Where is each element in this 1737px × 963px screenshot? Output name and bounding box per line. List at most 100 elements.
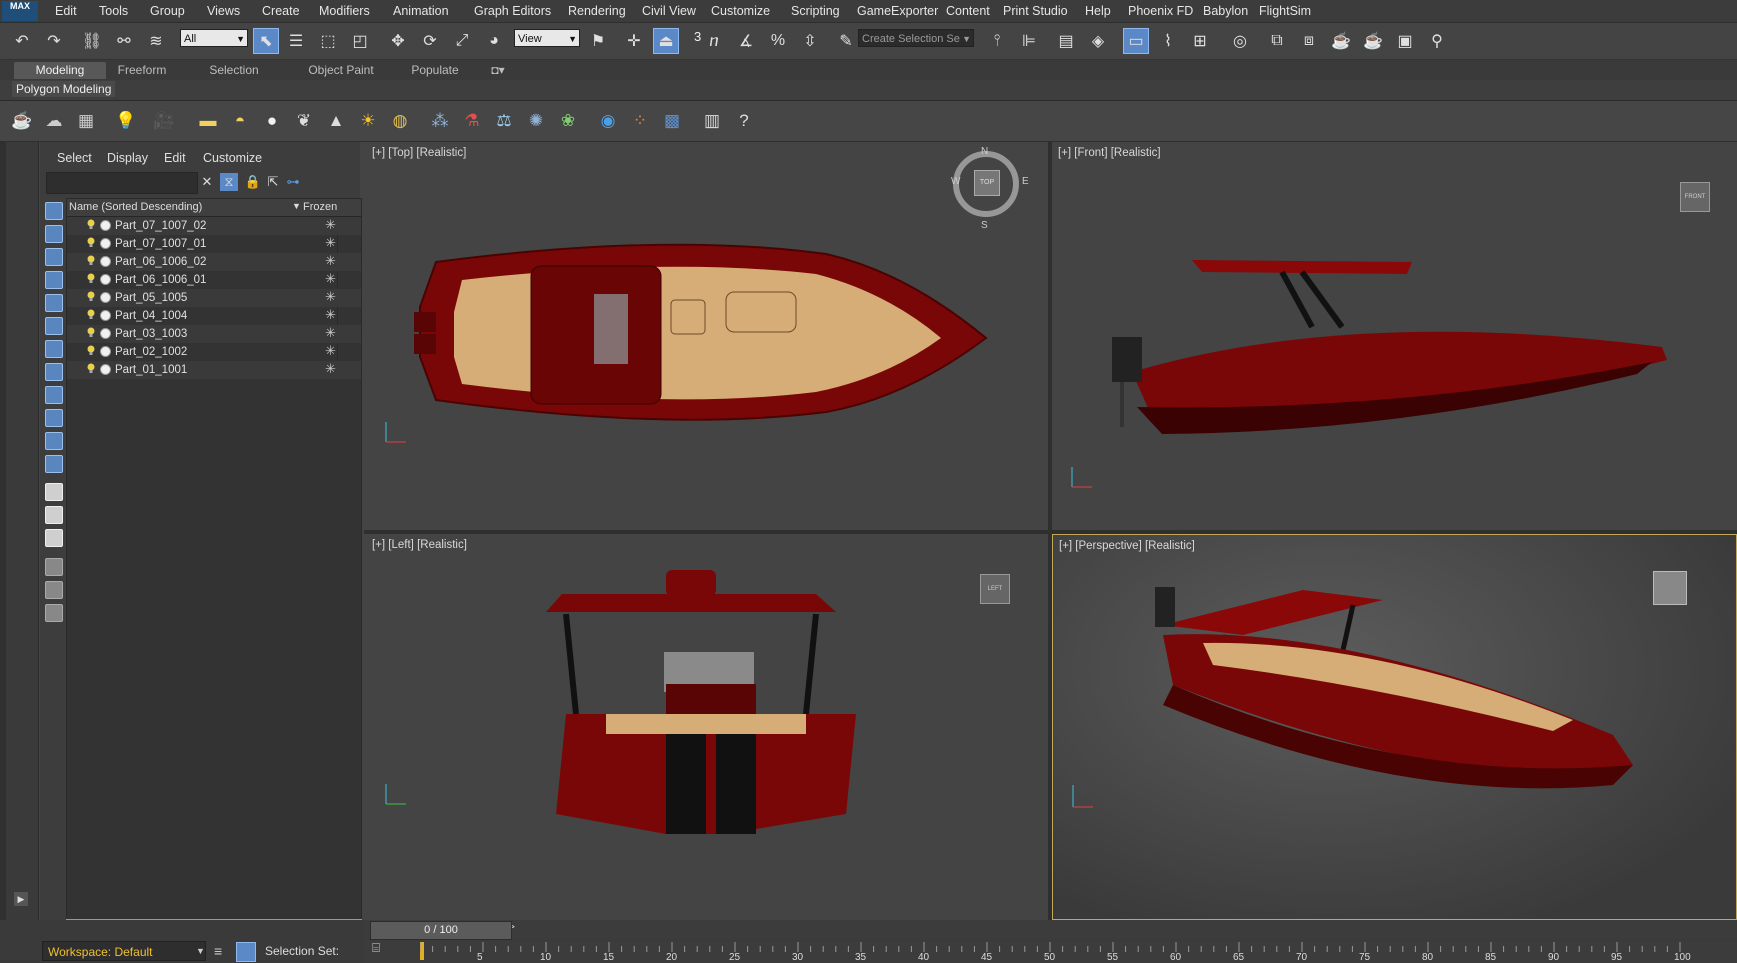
tab-modeling[interactable]: Modeling bbox=[14, 62, 106, 79]
list-item[interactable]: Part_07_1007_02 ✳ bbox=[67, 217, 361, 235]
display-containers-icon[interactable] bbox=[45, 409, 63, 427]
angle-snap-icon[interactable]: ∡ bbox=[734, 29, 758, 53]
viewcube-left[interactable]: LEFT bbox=[980, 574, 1010, 604]
display-geometry-icon[interactable] bbox=[45, 202, 63, 220]
viewport-top[interactable]: [+] [Top] [Realistic] TOP N S E W bbox=[366, 142, 1048, 530]
foliage-icon[interactable]: ❀ bbox=[556, 109, 580, 133]
explorer-menu-display[interactable]: Display bbox=[107, 151, 148, 165]
menu-content[interactable]: Content bbox=[946, 4, 990, 18]
viewcube-front[interactable]: FRONT bbox=[1680, 182, 1710, 212]
select-object-icon[interactable]: ⬉ bbox=[253, 28, 279, 54]
display-none-icon[interactable] bbox=[45, 506, 63, 524]
light-bulb-icon[interactable] bbox=[87, 327, 95, 338]
filter-settings-icon[interactable] bbox=[45, 581, 63, 599]
light-create-icon[interactable]: 💡 bbox=[114, 109, 138, 133]
percent-snap-icon[interactable]: % bbox=[766, 29, 790, 53]
menu-modifiers[interactable]: Modifiers bbox=[319, 4, 370, 18]
rect-selection-icon[interactable]: ⬚ bbox=[316, 29, 340, 53]
frozen-snowflake-icon[interactable]: ✳ bbox=[325, 271, 336, 287]
menu-customize[interactable]: Customize bbox=[711, 4, 770, 18]
render-elements-icon[interactable]: ▩ bbox=[660, 109, 684, 133]
time-slider-thumb[interactable]: 0 / 100 bbox=[370, 921, 512, 940]
list-item[interactable]: Part_01_1001 ✳ bbox=[67, 361, 361, 379]
light-bulb-icon[interactable] bbox=[87, 237, 95, 248]
clear-search-icon[interactable]: ✕ bbox=[198, 173, 216, 191]
sky-light-icon[interactable]: ◍ bbox=[388, 109, 412, 133]
select-by-name-icon[interactable]: ☰ bbox=[284, 29, 308, 53]
display-frozen-icon[interactable] bbox=[45, 432, 63, 450]
viewport-front[interactable]: [+] [Front] [Realistic] FRONT bbox=[1052, 142, 1737, 530]
space-warp-icon[interactable]: ✺ bbox=[524, 109, 548, 133]
particle-system-icon[interactable]: ⁂ bbox=[428, 109, 452, 133]
menu-scripting[interactable]: Scripting bbox=[791, 4, 840, 18]
sphere-primitive-icon[interactable]: ● bbox=[260, 109, 284, 133]
menu-phoenix-fd[interactable]: Phoenix FD bbox=[1128, 4, 1193, 18]
name-column-header[interactable]: Name (Sorted Descending) bbox=[69, 201, 202, 213]
menu-edit[interactable]: Edit bbox=[55, 4, 77, 18]
list-item[interactable]: Part_02_1002 ✳ bbox=[67, 343, 361, 361]
display-all-icon[interactable] bbox=[45, 483, 63, 501]
menu-print-studio[interactable]: Print Studio bbox=[1003, 4, 1068, 18]
render-setup-icon[interactable]: ⧉ bbox=[1265, 29, 1289, 53]
polygon-modeling-label[interactable]: Polygon Modeling bbox=[12, 81, 116, 97]
track-bar[interactable]: ⌸ 5 10 15 20 25 30 35 40 45 50 55 60 65 70 75 80 85 90 95 1… bbox=[364, 940, 1737, 963]
named-selection-set-select[interactable]: Create Selection Se ▼ bbox=[858, 29, 974, 47]
menu-views[interactable]: Views bbox=[207, 4, 240, 18]
frozen-snowflake-icon[interactable]: ✳ bbox=[325, 235, 336, 251]
filter-funnel-icon[interactable] bbox=[45, 558, 63, 576]
frozen-snowflake-icon[interactable]: ✳ bbox=[325, 253, 336, 269]
selection-filter-select[interactable]: All ▼ bbox=[180, 29, 248, 47]
edit-named-selection-icon[interactable]: ✎ bbox=[834, 29, 858, 53]
explorer-search-input[interactable] bbox=[46, 172, 198, 194]
camera-create-icon[interactable]: 🎥 bbox=[152, 109, 176, 133]
explorer-menu-edit[interactable]: Edit bbox=[164, 151, 186, 165]
effects-icon[interactable]: ⁘ bbox=[628, 109, 652, 133]
menu-gameexporter[interactable]: GameExporter bbox=[857, 4, 938, 18]
viewcube-perspective[interactable] bbox=[1653, 571, 1687, 605]
utilities-icon[interactable]: ▥ bbox=[700, 109, 724, 133]
rendered-frame-window-icon[interactable]: ⧈ bbox=[1297, 29, 1321, 53]
list-item[interactable]: Part_05_1005 ✳ bbox=[67, 289, 361, 307]
menu-animation[interactable]: Animation bbox=[393, 4, 449, 18]
frozen-snowflake-icon[interactable]: ✳ bbox=[325, 289, 336, 305]
app-logo[interactable]: MAX bbox=[2, 1, 38, 21]
light-bulb-icon[interactable] bbox=[87, 219, 95, 230]
menu-tools[interactable]: Tools bbox=[99, 4, 128, 18]
link-icon[interactable]: ⛓ bbox=[80, 29, 104, 53]
menu-civil-view[interactable]: Civil View bbox=[642, 4, 696, 18]
display-invert-icon[interactable] bbox=[45, 529, 63, 547]
light-bulb-icon[interactable] bbox=[87, 291, 95, 302]
unlink-icon[interactable]: ⚯ bbox=[112, 29, 136, 53]
snaps-toggle-icon[interactable]: ⴖ bbox=[702, 29, 726, 53]
workspace-dropdown-icon[interactable]: ▼ bbox=[196, 946, 205, 956]
frozen-snowflake-icon[interactable]: ✳ bbox=[325, 217, 336, 233]
tab-populate[interactable]: Populate bbox=[404, 62, 466, 79]
frozen-snowflake-icon[interactable]: ✳ bbox=[325, 325, 336, 341]
list-item[interactable]: Part_06_1006_01 ✳ bbox=[67, 271, 361, 289]
display-space-warps-icon[interactable] bbox=[45, 317, 63, 335]
light-bulb-icon[interactable] bbox=[87, 309, 95, 320]
menu-flightsim[interactable]: FlightSim bbox=[1259, 4, 1311, 18]
mini-curve-editor-icon[interactable]: ⌸ bbox=[364, 940, 388, 960]
box-primitive-icon[interactable]: ▬ bbox=[196, 109, 220, 133]
display-lights-icon[interactable] bbox=[45, 248, 63, 266]
reference-coordinate-select[interactable]: View ▼ bbox=[514, 29, 580, 47]
placement-icon[interactable]: ◕ bbox=[482, 29, 506, 53]
tab-freeform[interactable]: Freeform bbox=[108, 62, 176, 79]
bind-space-warp-icon[interactable]: ≋ bbox=[144, 29, 168, 53]
render-production-icon[interactable]: ☕ bbox=[1329, 29, 1353, 53]
menu-rendering[interactable]: Rendering bbox=[568, 4, 626, 18]
display-groups-icon[interactable] bbox=[45, 340, 63, 358]
frozen-snowflake-icon[interactable]: ✳ bbox=[325, 307, 336, 323]
display-cameras-icon[interactable] bbox=[45, 271, 63, 289]
select-manipulate-icon[interactable]: ✛ bbox=[622, 29, 646, 53]
list-item[interactable]: Part_03_1003 ✳ bbox=[67, 325, 361, 343]
menu-graph-editors[interactable]: Graph Editors bbox=[474, 4, 551, 18]
viewport-perspective[interactable]: [+] [Perspective] [Realistic] bbox=[1052, 534, 1737, 920]
geosphere-primitive-icon[interactable]: ❦ bbox=[292, 109, 316, 133]
render-in-cloud-icon[interactable]: ▣ bbox=[1393, 29, 1417, 53]
explorer-menu-select[interactable]: Select bbox=[57, 151, 92, 165]
display-hidden-icon[interactable] bbox=[45, 455, 63, 473]
explorer-menu-customize[interactable]: Customize bbox=[203, 151, 262, 165]
frozen-column-header[interactable]: Frozen bbox=[303, 201, 337, 213]
